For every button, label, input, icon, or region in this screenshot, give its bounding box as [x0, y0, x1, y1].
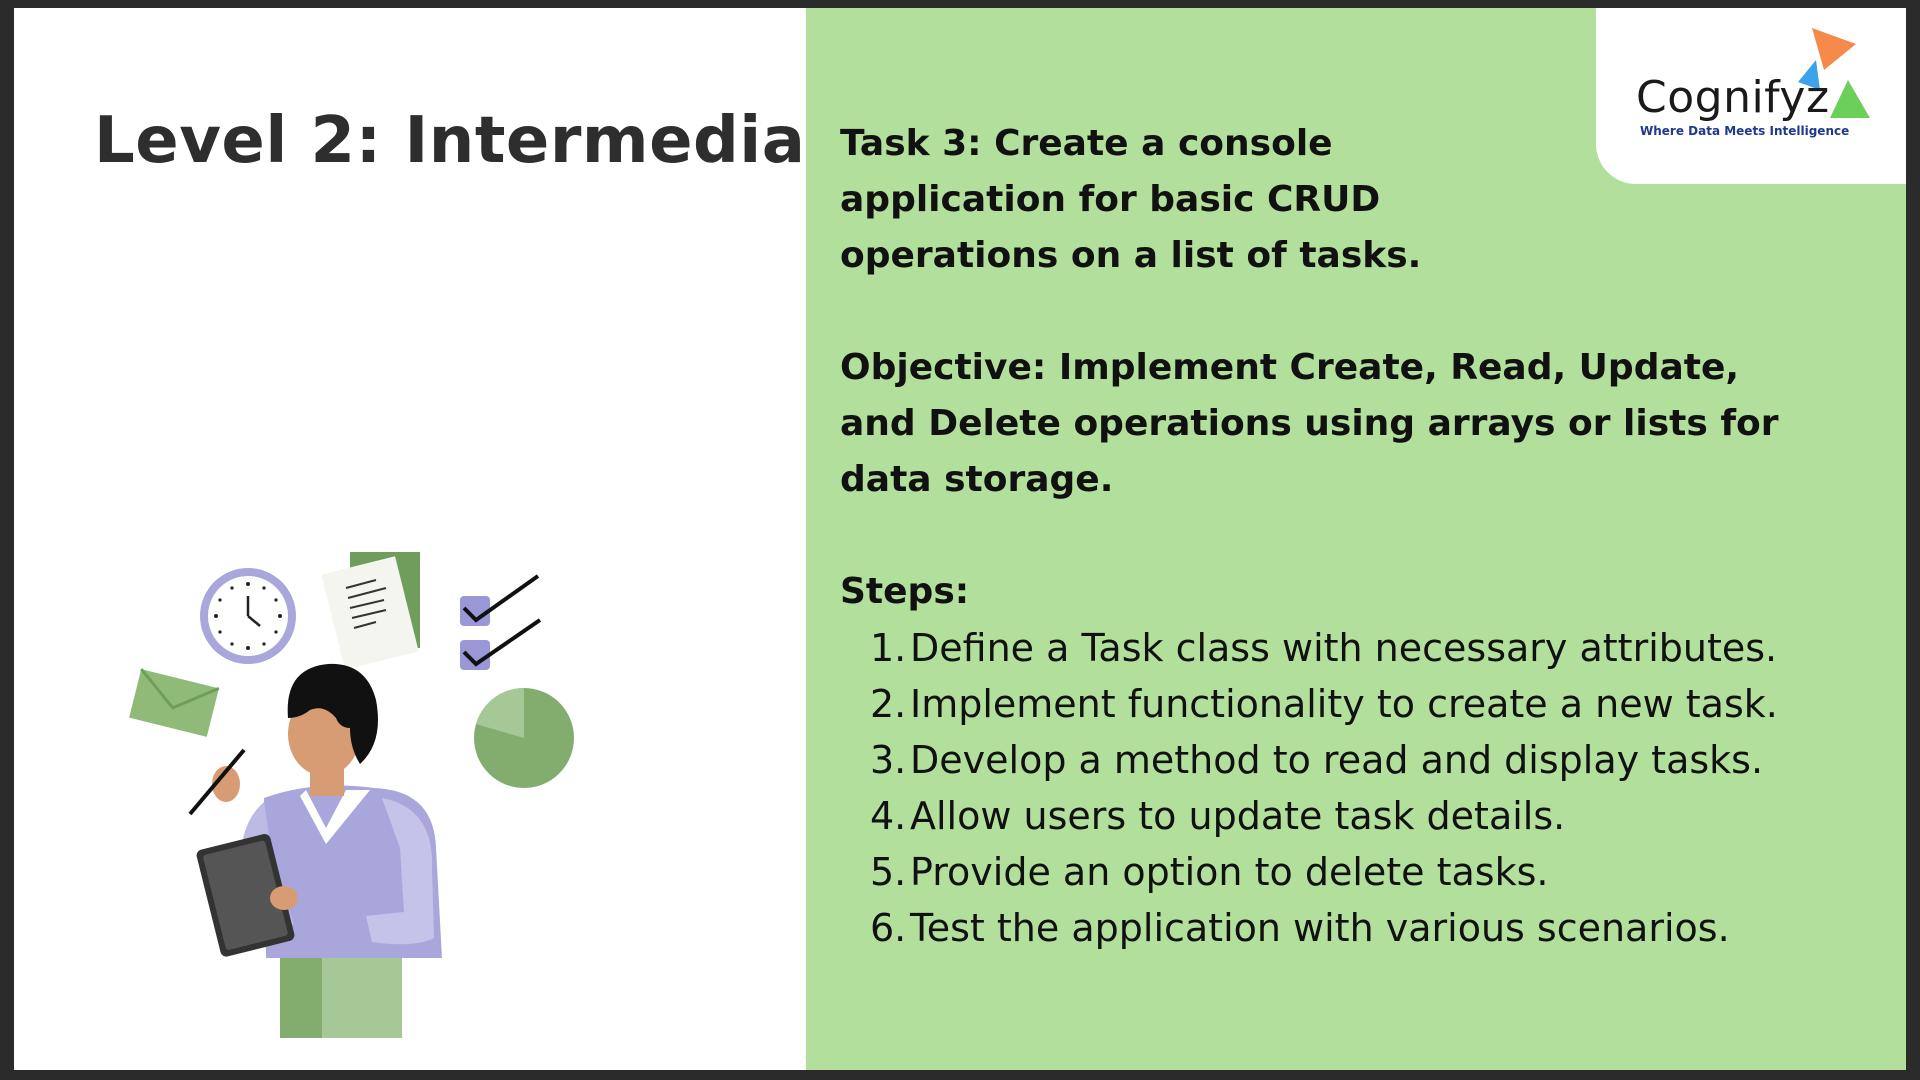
- list-item: 6. Test the application with various scen…: [870, 900, 1790, 956]
- step-number: 2.: [870, 682, 907, 726]
- slide: Level 2: Intermediate Task 3: Create a c…: [14, 8, 1906, 1070]
- step-number: 5.: [870, 850, 907, 894]
- step-text: Allow users to update task details.: [910, 794, 1566, 838]
- document-icon: [321, 552, 420, 670]
- person-icon: [188, 663, 442, 1038]
- step-number: 4.: [870, 794, 907, 838]
- logo-name: Cognifyz: [1636, 72, 1830, 123]
- pie-chart-icon: [474, 688, 574, 788]
- step-text: Test the application with various scenar…: [910, 906, 1730, 950]
- clock-icon: [200, 568, 296, 664]
- step-number: 1.: [870, 626, 907, 670]
- task-content: Task 3: Create a console application for…: [840, 116, 1790, 956]
- step-number: 3.: [870, 738, 907, 782]
- list-item: 5. Provide an option to delete tasks.: [870, 844, 1790, 900]
- checklist-icon: [460, 574, 542, 670]
- step-number: 6.: [870, 906, 907, 950]
- steps-heading: Steps:: [840, 571, 970, 612]
- envelope-icon: [129, 668, 220, 737]
- steps-list: 1. Define a Task class with necessary att…: [840, 620, 1790, 956]
- list-item: 2. Implement functionality to create a ne…: [870, 676, 1790, 732]
- list-item: 4. Allow users to update task details.: [870, 788, 1790, 844]
- step-text: Define a Task class with necessary attri…: [910, 626, 1778, 670]
- left-panel: Level 2: Intermediate: [14, 8, 880, 1070]
- logo-tagline: Where Data Meets Intelligence: [1640, 124, 1850, 138]
- step-text: Implement functionality to create a new …: [910, 682, 1778, 726]
- list-item: 3. Develop a method to read and display t…: [870, 732, 1790, 788]
- task-title: Task 3: Create a console application for…: [840, 123, 1422, 276]
- step-text: Develop a method to read and display tas…: [910, 738, 1764, 782]
- step-text: Provide an option to delete tasks.: [910, 850, 1549, 894]
- objective-text: Objective: Implement Create, Read, Updat…: [840, 347, 1779, 500]
- level-title: Level 2: Intermediate: [94, 104, 881, 178]
- list-item: 1. Define a Task class with necessary att…: [870, 620, 1790, 676]
- person-with-tablet-illustration: [129, 552, 574, 1038]
- logo-card: Cognifyz Where Data Meets Intelligence: [1596, 8, 1906, 184]
